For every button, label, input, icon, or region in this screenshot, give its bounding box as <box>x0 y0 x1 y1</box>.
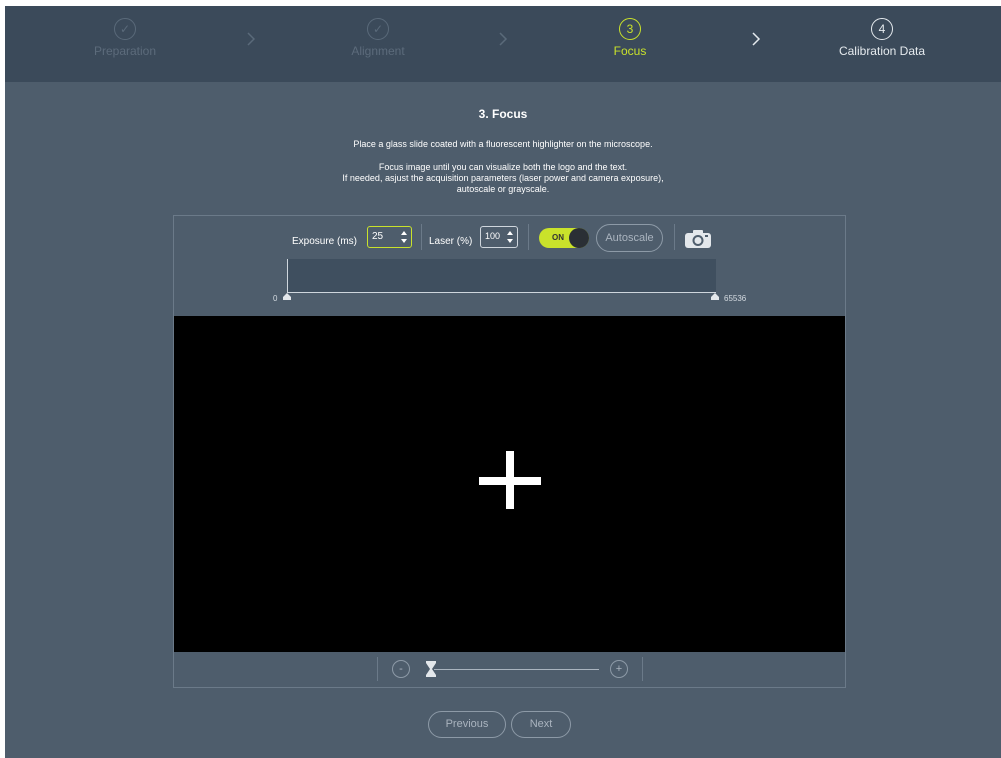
calibration-wizard: ✓ Preparation ✓ Alignment 3 Focus 4 Cali… <box>5 6 1001 758</box>
zoom-in-button[interactable]: + <box>610 660 628 678</box>
camera-icon[interactable] <box>684 229 712 249</box>
chevron-right-icon <box>247 32 256 46</box>
step-preparation-label: Preparation <box>93 44 157 58</box>
wizard-stepper: ✓ Preparation ✓ Alignment 3 Focus 4 Cali… <box>5 6 1001 82</box>
chevron-right-icon <box>752 32 761 46</box>
check-circle-icon: ✓ <box>114 18 136 40</box>
focus-panel: Exposure (ms) 25 Laser (%) 100 ON Autosc… <box>173 215 846 688</box>
exposure-label: Exposure (ms) <box>292 236 358 247</box>
step-alignment[interactable]: ✓ Alignment <box>318 18 438 58</box>
exposure-input[interactable]: 25 <box>367 226 412 248</box>
step-preparation[interactable]: ✓ Preparation <box>65 18 185 58</box>
zoom-divider <box>377 657 378 681</box>
step-number-icon: 4 <box>871 18 893 40</box>
exposure-value: 25 <box>372 231 384 242</box>
toolbar-divider <box>528 224 529 250</box>
toolbar-divider <box>421 224 422 250</box>
zoom-divider <box>642 657 643 681</box>
step-focus-label: Focus <box>613 44 647 58</box>
instruction-text: autoscale or grayscale. <box>456 184 550 194</box>
histogram-min-marker-icon[interactable] <box>283 293 291 300</box>
step-calibration-data-label: Calibration Data <box>838 44 926 58</box>
histogram-min-label: 0 <box>273 294 278 303</box>
histogram <box>287 259 716 293</box>
spinner-arrows-icon[interactable] <box>400 230 408 244</box>
laser-input[interactable]: 100 <box>480 226 518 248</box>
histogram-max-label: 65536 <box>724 294 747 303</box>
toolbar-divider <box>674 224 675 250</box>
crosshair-plus-icon <box>506 451 514 509</box>
page-title: 3. Focus <box>478 107 528 121</box>
step-focus[interactable]: 3 Focus <box>570 18 690 58</box>
toggle-label: ON <box>552 233 564 242</box>
laser-label: Laser (%) <box>429 236 473 247</box>
spinner-arrows-icon[interactable] <box>506 230 514 244</box>
acquisition-toolbar: Exposure (ms) 25 Laser (%) 100 ON Autosc… <box>174 216 845 316</box>
chevron-right-icon <box>499 32 508 46</box>
toggle-knob <box>569 228 589 248</box>
instruction-text: If needed, asjust the acquisition parame… <box>342 173 664 183</box>
histogram-max-marker-icon[interactable] <box>711 293 719 300</box>
autoscale-button[interactable]: Autoscale <box>596 224 663 252</box>
next-button[interactable]: Next <box>511 711 571 738</box>
laser-value: 100 <box>485 231 501 241</box>
step-alignment-label: Alignment <box>351 44 405 58</box>
previous-button[interactable]: Previous <box>428 711 506 738</box>
zoom-out-button[interactable]: - <box>392 660 410 678</box>
hourglass-thumb-icon[interactable] <box>425 660 437 678</box>
instruction-text: Focus image until you can visualize both… <box>378 162 628 172</box>
zoom-slider-track[interactable] <box>434 669 599 670</box>
histogram-axis <box>287 292 716 293</box>
zoom-bar: - + <box>174 652 845 687</box>
camera-viewer[interactable] <box>174 316 845 652</box>
step-calibration-data[interactable]: 4 Calibration Data <box>822 18 942 58</box>
check-circle-icon: ✓ <box>367 18 389 40</box>
live-toggle[interactable]: ON <box>539 228 589 248</box>
instruction-text: Place a glass slide coated with a fluore… <box>353 139 653 149</box>
step-number-icon: 3 <box>619 18 641 40</box>
